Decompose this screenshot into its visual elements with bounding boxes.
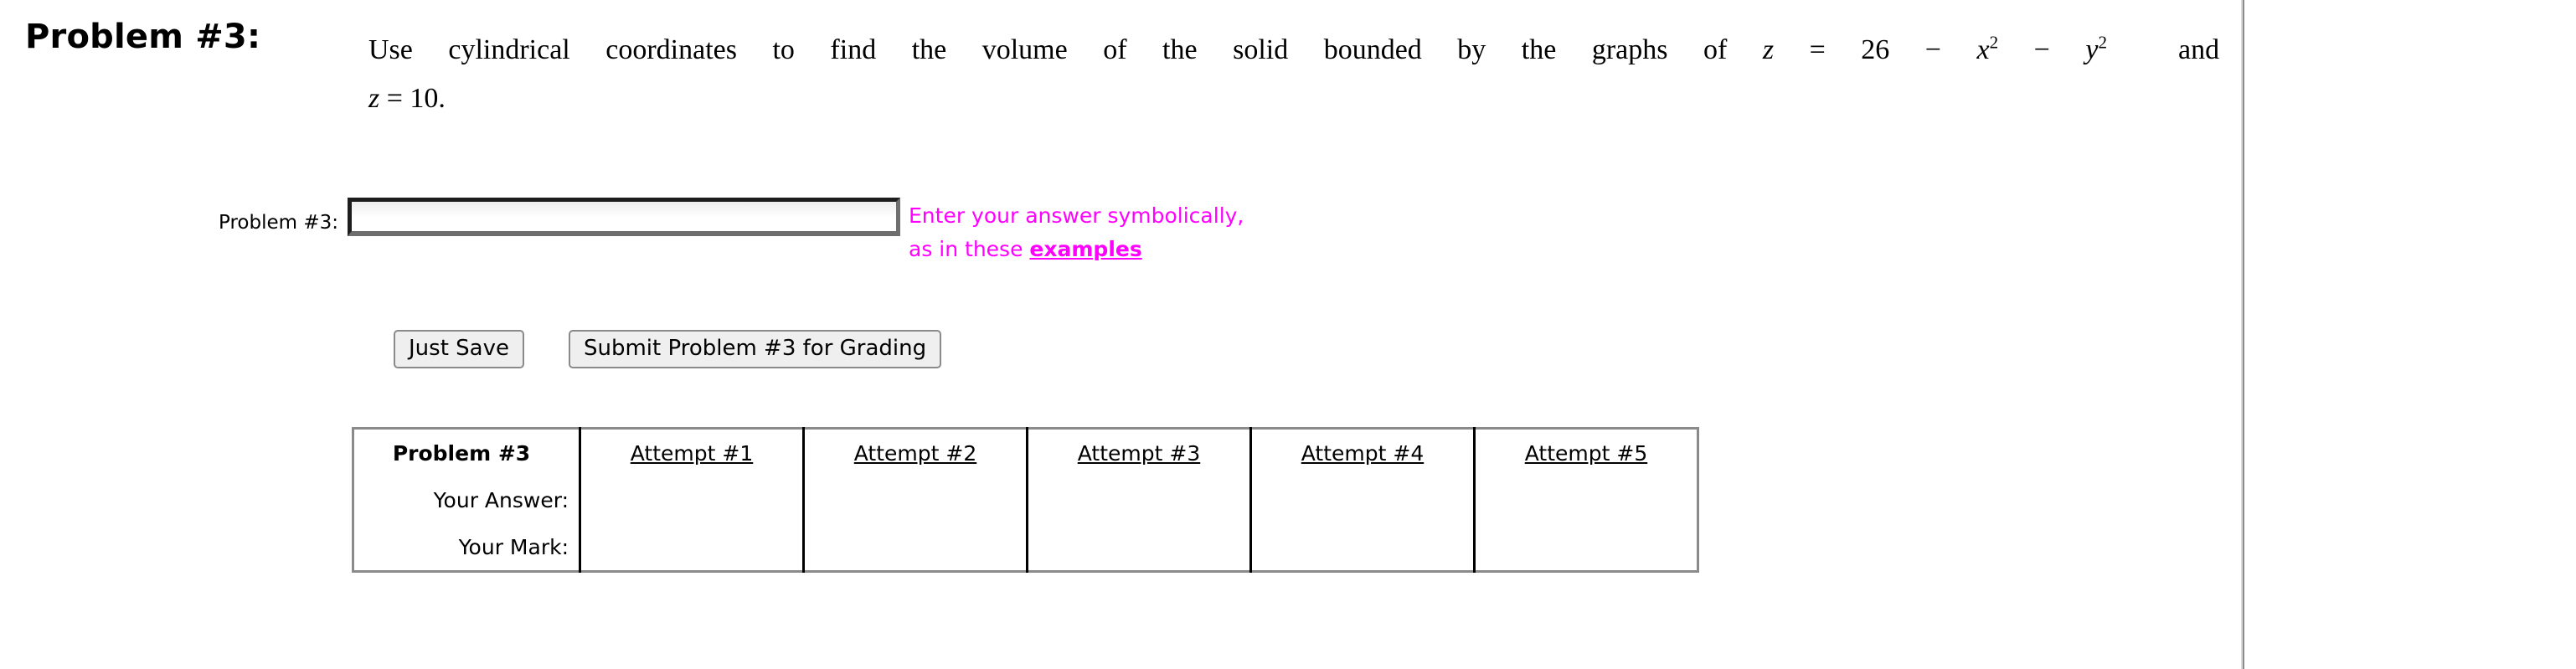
equation2-equals: = bbox=[386, 83, 403, 114]
your-mark-cell-2 bbox=[803, 523, 1028, 572]
problem-line-1-text: Use cylindrical coordinates to find the … bbox=[368, 34, 1763, 65]
your-answer-cell-5 bbox=[1475, 476, 1698, 523]
equation1-minus-2: − bbox=[2033, 34, 2050, 65]
your-answer-cell-4 bbox=[1250, 476, 1476, 523]
equation-z-equals-10: z = 10. bbox=[368, 83, 446, 114]
answer-hint-line-2: as in these examples bbox=[909, 233, 1244, 266]
table-row-header: Problem #3 Attempt #1 Attempt #2 Attempt… bbox=[353, 428, 1698, 477]
problem-body: Use cylindrical coordinates to find the … bbox=[368, 18, 2219, 122]
equation1-term2-base: y bbox=[2085, 34, 2099, 65]
attempt-header-label: Attempt #4 bbox=[1301, 440, 1425, 466]
problem-line-1-suffix: and bbox=[2178, 34, 2220, 65]
your-mark-cell-5 bbox=[1475, 523, 1698, 572]
answer-hint: Enter your answer symbolically, as in th… bbox=[909, 198, 1244, 266]
equation2-lhs: z bbox=[368, 83, 380, 114]
problem-line-2: z = 10. bbox=[368, 75, 2219, 122]
attempts-table-container: Problem #3 Attempt #1 Attempt #2 Attempt… bbox=[352, 427, 1699, 573]
equation-z-26-x2-y2: z = 26 − x2 − y2 bbox=[1762, 32, 2107, 65]
equation1-term1-exponent: 2 bbox=[1989, 32, 1999, 53]
answer-input[interactable] bbox=[348, 198, 900, 236]
examples-link[interactable]: examples bbox=[1029, 237, 1141, 261]
attempts-column-header-5: Attempt #5 bbox=[1475, 429, 1698, 477]
just-save-button[interactable]: Just Save bbox=[394, 330, 524, 368]
attempt-header-label: Attempt #2 bbox=[853, 440, 977, 466]
equation1-equals: = bbox=[1809, 34, 1826, 65]
submit-for-grading-button[interactable]: Submit Problem #3 for Grading bbox=[568, 330, 942, 368]
attempts-column-header-1: Attempt #1 bbox=[580, 428, 805, 476]
attempt-header-label: Attempt #5 bbox=[1524, 440, 1648, 466]
equation1-term1-base: x bbox=[1976, 34, 1990, 65]
attempt-header-label: Attempt #3 bbox=[1077, 440, 1201, 466]
answer-hint-line-2-prefix: as in these bbox=[909, 237, 1030, 261]
attempts-table-corner-header: Problem #3 bbox=[353, 428, 581, 476]
your-answer-cell-3 bbox=[1027, 476, 1252, 523]
page-vertical-divider bbox=[2241, 0, 2244, 669]
table-row-your-answer: Your Answer: bbox=[353, 476, 1698, 523]
attempt-header-label: Attempt #1 bbox=[630, 440, 754, 466]
your-mark-cell-1 bbox=[580, 523, 805, 572]
your-answer-cell-2 bbox=[803, 476, 1028, 523]
answer-row: Problem #3: Enter your answer symbolical… bbox=[183, 198, 1244, 266]
equation1-term2-exponent: 2 bbox=[2098, 32, 2107, 53]
attempts-table-body: Problem #3 Attempt #1 Attempt #2 Attempt… bbox=[353, 428, 1698, 572]
attempts-column-header-4: Attempt #4 bbox=[1250, 428, 1476, 476]
attempts-column-header-3: Attempt #3 bbox=[1027, 428, 1252, 476]
your-mark-cell-3 bbox=[1027, 523, 1252, 572]
equation2-rhs: 10. bbox=[410, 83, 446, 114]
your-answer-cell-1 bbox=[580, 476, 805, 523]
problem-line-1: Use cylindrical coordinates to find the … bbox=[368, 27, 2219, 74]
button-row: Just Save Submit Problem #3 for Grading bbox=[394, 330, 942, 368]
attempts-table: Problem #3 Attempt #1 Attempt #2 Attempt… bbox=[352, 427, 1699, 573]
your-mark-cell-4 bbox=[1250, 523, 1476, 572]
problem-heading: Problem #3: bbox=[25, 18, 261, 56]
problem-statement: Problem #3: Use cylindrical coordinates … bbox=[25, 18, 2219, 122]
equation1-minus-1: − bbox=[1924, 34, 1941, 65]
table-row-your-mark: Your Mark: bbox=[353, 523, 1698, 572]
row-label-your-mark: Your Mark: bbox=[353, 523, 581, 572]
attempts-column-header-2: Attempt #2 bbox=[803, 428, 1028, 476]
answer-hint-line-1: Enter your answer symbolically, bbox=[909, 203, 1244, 228]
answer-field-label: Problem #3: bbox=[219, 212, 338, 234]
row-label-your-answer: Your Answer: bbox=[353, 476, 581, 523]
equation1-constant: 26 bbox=[1861, 34, 1890, 65]
equation1-lhs: z bbox=[1762, 34, 1775, 65]
